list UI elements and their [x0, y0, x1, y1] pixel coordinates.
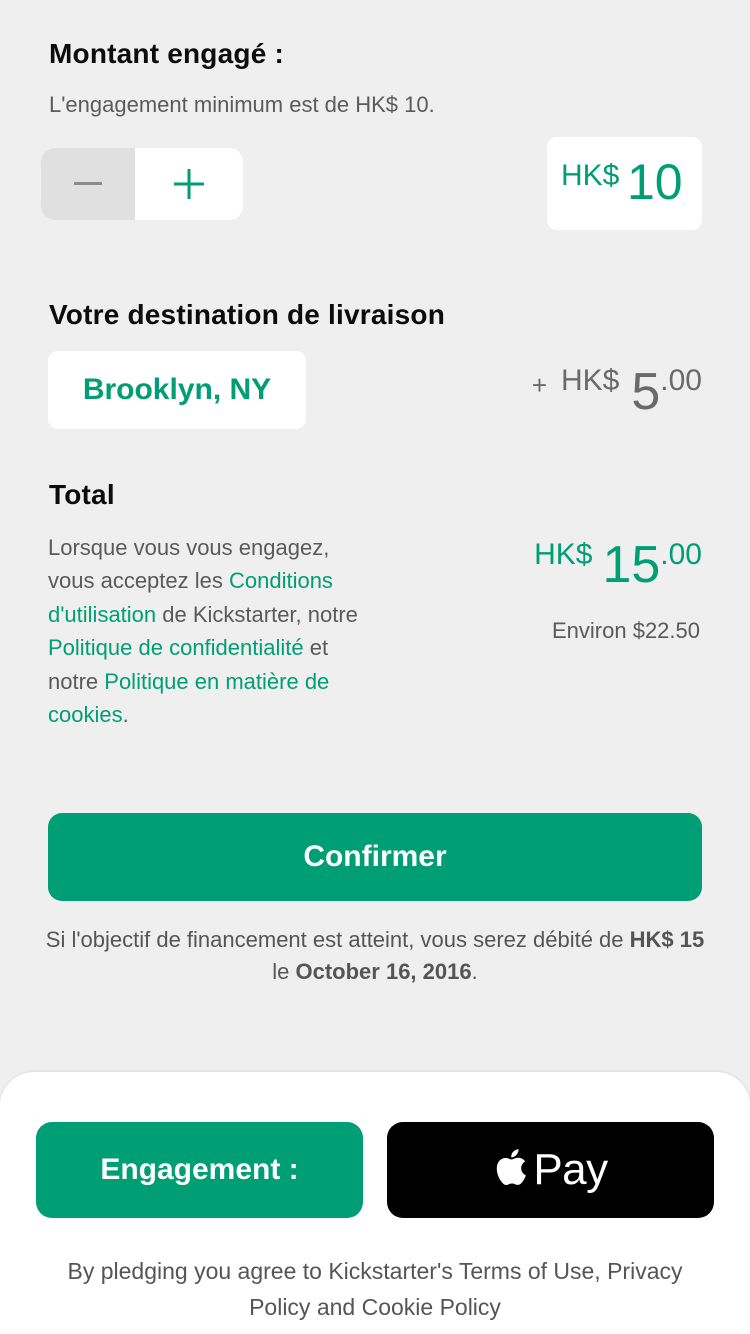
pledge-amount-field[interactable]: HK$ 10	[547, 137, 702, 230]
shipping-destination-label: Brooklyn, NY	[82, 373, 272, 406]
legal-text: Lorsque vous vous engagez, vous acceptez…	[48, 531, 378, 731]
shipping-currency: HK$	[561, 364, 620, 397]
minus-icon	[74, 182, 102, 185]
shipping-amount-integer: 5	[631, 363, 661, 421]
bottom-terms-text: By pledging you agree to Kickstarter's T…	[67, 1258, 683, 1320]
total-amount-decimal: .00	[660, 538, 702, 571]
shipping-amount-decimal: .00	[660, 364, 702, 397]
total-amount-integer: 15	[602, 536, 661, 594]
approx-total: Environ $22.50	[552, 618, 700, 643]
pledge-amount-value: 10	[627, 154, 683, 210]
confirm-button-label: Confirmer	[303, 840, 447, 873]
confirm-button[interactable]: Confirmer	[48, 813, 702, 901]
charge-note-text: le	[272, 959, 296, 984]
charge-note-date: October 16, 2016	[295, 959, 472, 984]
pledge-amount-title: Montant engagé :	[49, 38, 284, 69]
pledge-stepper	[41, 148, 243, 220]
pledge-currency: HK$	[561, 159, 620, 192]
decrement-button[interactable]	[41, 148, 135, 220]
total-amount: HK$ 15 .00	[534, 533, 702, 591]
privacy-policy-link[interactable]: Politique de confidentialité	[48, 635, 304, 660]
charge-note-text: Si l'objectif de financement est atteint…	[45, 927, 630, 952]
apple-pay-button[interactable]: Pay	[387, 1122, 714, 1218]
apple-logo-icon	[497, 1149, 527, 1186]
apple-pay-label: Pay	[533, 1145, 608, 1194]
charge-note: Si l'objectif de financement est atteint…	[40, 924, 710, 988]
charge-note-text: .	[471, 959, 478, 984]
pledge-button-label: Engagement :	[100, 1153, 299, 1186]
pledge-button[interactable]: Engagement :	[36, 1122, 363, 1218]
shipping-title: Votre destination de livraison	[49, 299, 446, 330]
bottom-sheet: Engagement : Pay By pledging you agree t…	[0, 1072, 750, 1334]
shipping-cost: + HK$ 5 .00	[532, 362, 702, 418]
total-currency: HK$	[534, 538, 593, 571]
legal-text-part: .	[122, 702, 129, 728]
shipping-destination-button[interactable]: Brooklyn, NY	[48, 351, 306, 429]
shipping-plus-sign: +	[531, 370, 547, 400]
charge-note-amount: HK$ 15	[629, 927, 705, 952]
increment-button[interactable]	[135, 148, 243, 220]
minimum-pledge-note: L'engagement minimum est de HK$ 10.	[49, 92, 435, 117]
legal-text-part: de Kickstarter, notre	[156, 601, 358, 627]
total-title: Total	[49, 479, 115, 510]
plus-icon	[174, 169, 204, 199]
